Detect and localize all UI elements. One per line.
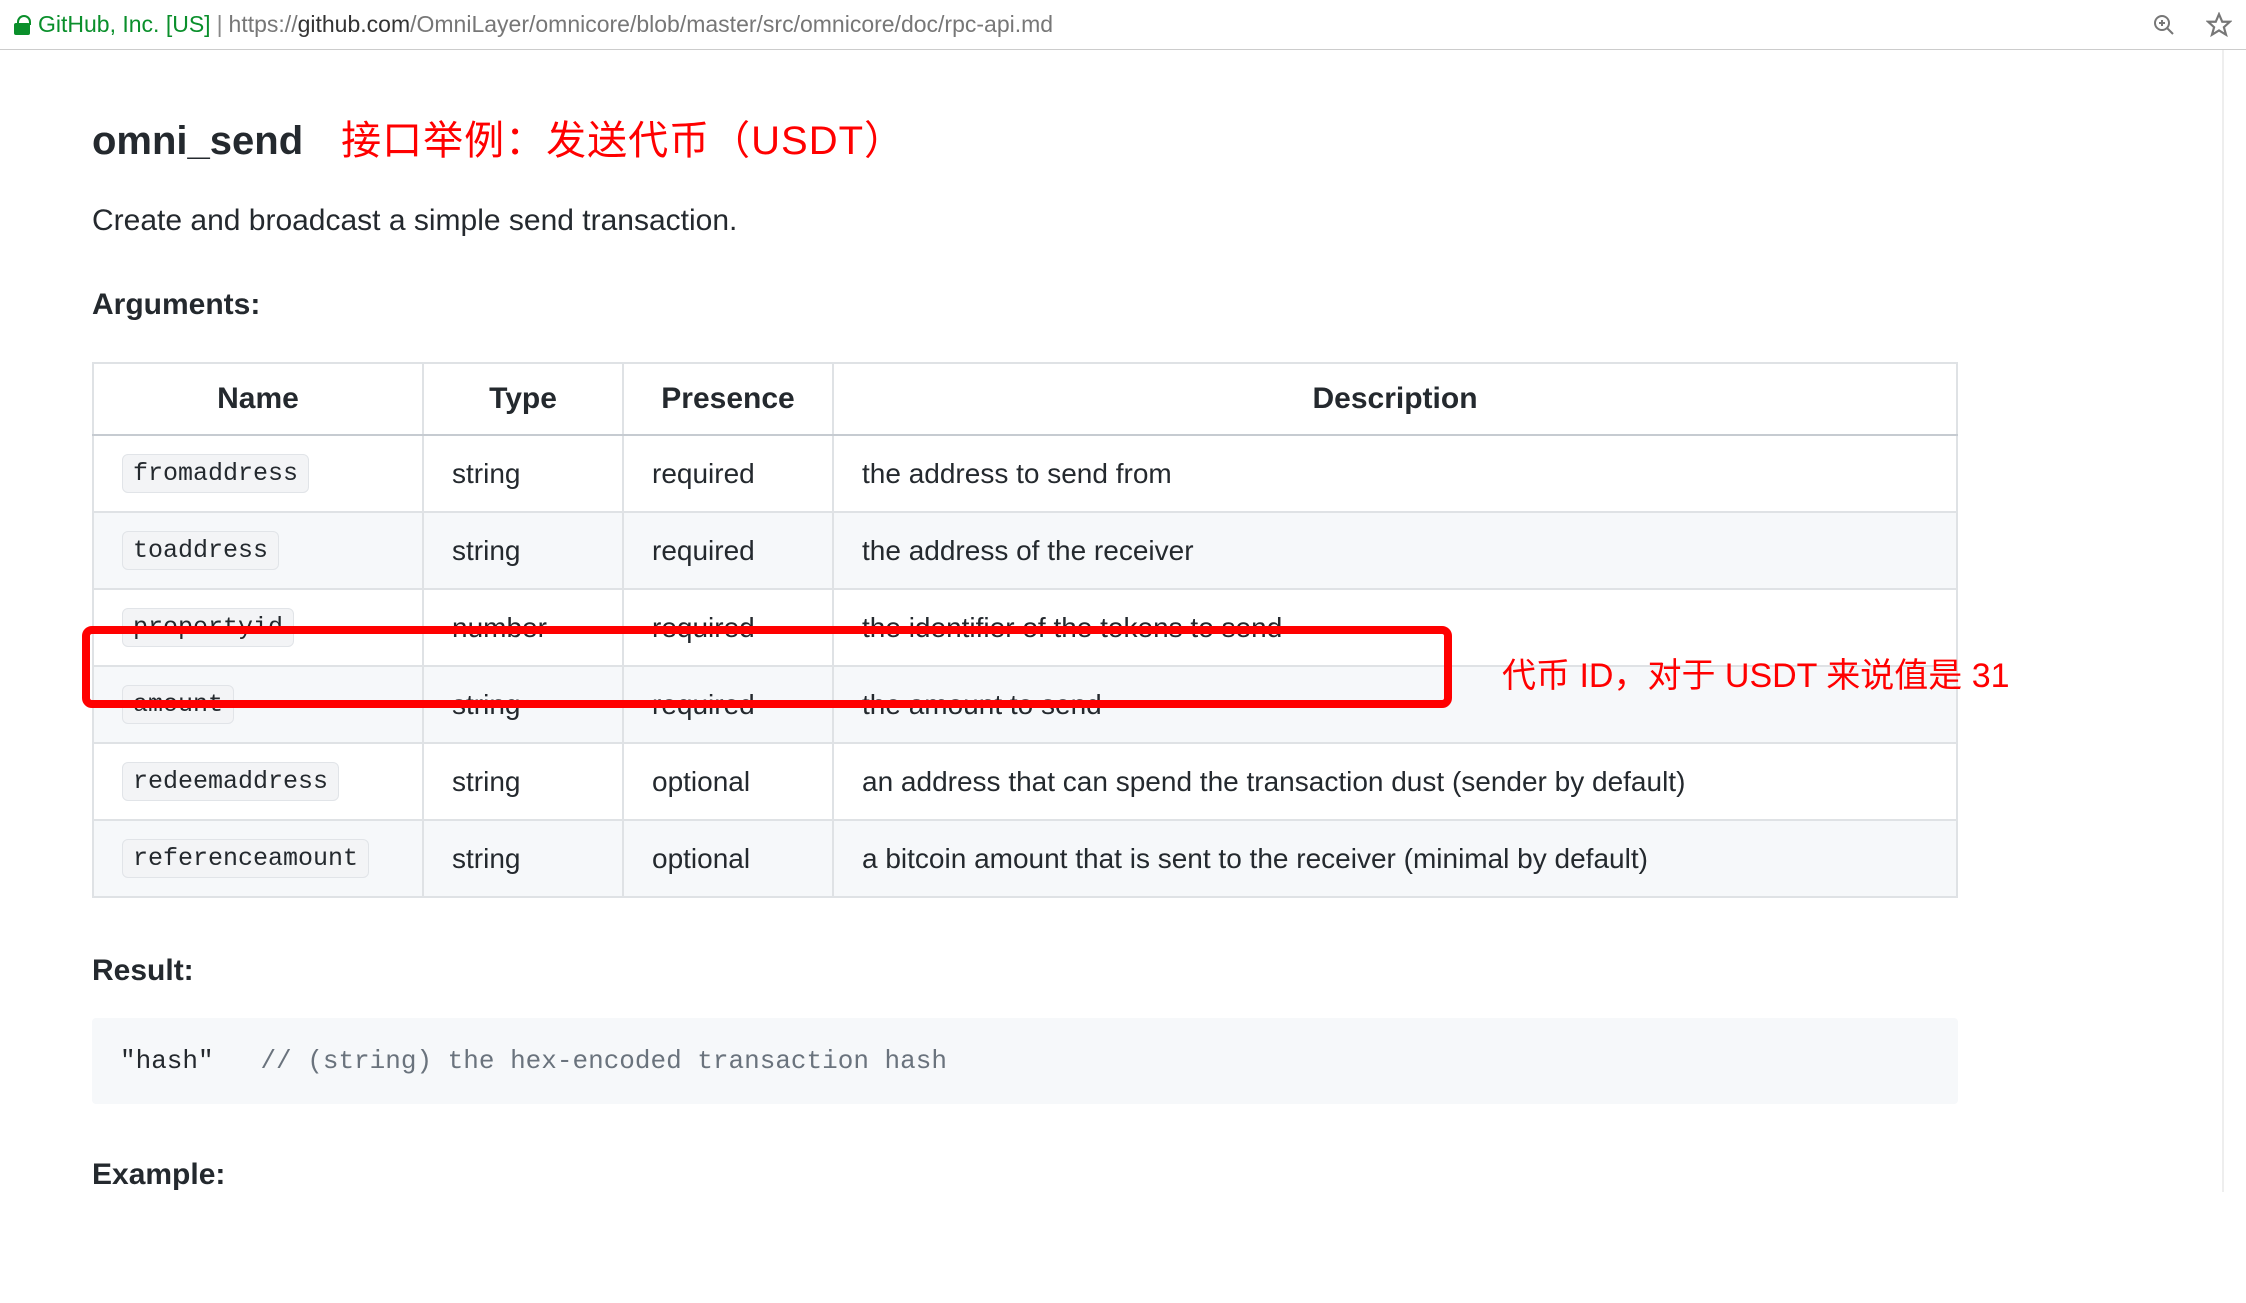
url-separator: | [217, 11, 223, 38]
arg-name: propertyid [122, 608, 294, 647]
heading-annotation: 接口举例：发送代币（USDT） [341, 108, 905, 166]
arg-presence: required [623, 666, 833, 743]
example-label: Example: [92, 1158, 2134, 1192]
col-type: Type [423, 363, 623, 435]
star-icon[interactable] [2206, 12, 2232, 38]
page-url: https://github.com/OmniLayer/omnicore/bl… [229, 11, 1054, 38]
arg-name: redeemaddress [122, 762, 339, 801]
arg-presence: required [623, 589, 833, 666]
arguments-label: Arguments: [92, 288, 2134, 322]
arg-presence: optional [623, 820, 833, 897]
api-name: omni_send [92, 119, 303, 164]
arg-type: string [423, 512, 623, 589]
lock-icon [14, 15, 30, 35]
arg-name: fromaddress [122, 454, 309, 493]
table-row: redeemaddress string optional an address… [93, 743, 1957, 820]
arg-type: number [423, 589, 623, 666]
arg-type: string [423, 820, 623, 897]
table-row: fromaddress string required the address … [93, 435, 1957, 512]
arg-name: amount [122, 685, 234, 724]
col-description: Description [833, 363, 1957, 435]
arguments-table: Name Type Presence Description fromaddre… [92, 362, 1958, 898]
arg-presence: optional [623, 743, 833, 820]
arg-type: string [423, 435, 623, 512]
arg-type: string [423, 666, 623, 743]
arg-description: a bitcoin amount that is sent to the rec… [833, 820, 1957, 897]
arg-presence: required [623, 435, 833, 512]
col-presence: Presence [623, 363, 833, 435]
arg-type: string [423, 743, 623, 820]
result-code-block: "hash" // (string) the hex-encoded trans… [92, 1018, 1958, 1104]
arg-description: the address of the receiver [833, 512, 1957, 589]
arg-presence: required [623, 512, 833, 589]
col-name: Name [93, 363, 423, 435]
site-identity: GitHub, Inc. [US] [38, 11, 211, 38]
result-label: Result: [92, 954, 2134, 988]
browser-omnibox[interactable]: GitHub, Inc. [US] | https://github.com/O… [0, 0, 2246, 50]
zoom-icon[interactable] [2152, 13, 2176, 37]
arg-name: toaddress [122, 531, 279, 570]
result-key: "hash" [120, 1046, 214, 1076]
arg-description: the address to send from [833, 435, 1957, 512]
side-annotation: 代币 ID，对于 USDT 来说值是 31 [1502, 648, 2010, 697]
arg-name: referenceamount [122, 839, 369, 878]
result-comment: // (string) the hex-encoded transaction … [260, 1046, 947, 1076]
api-heading: omni_send 接口举例：发送代币（USDT） [92, 108, 2134, 166]
table-row: toaddress string required the address of… [93, 512, 1957, 589]
arg-description: an address that can spend the transactio… [833, 743, 1957, 820]
table-row: referenceamount string optional a bitcoi… [93, 820, 1957, 897]
api-description: Create and broadcast a simple send trans… [92, 204, 2134, 238]
table-header-row: Name Type Presence Description [93, 363, 1957, 435]
